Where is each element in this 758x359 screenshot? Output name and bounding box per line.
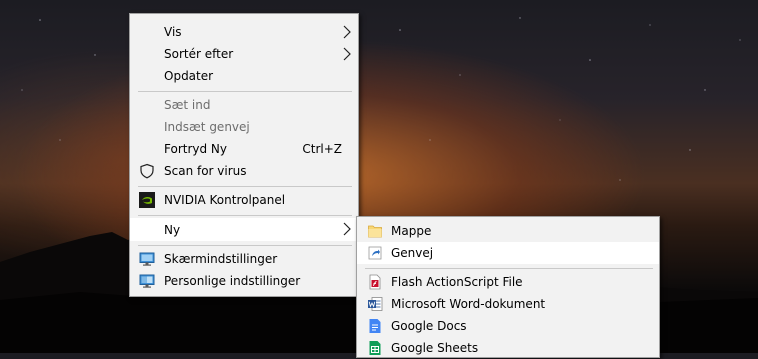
menu-item-label: Mappe [391, 224, 432, 238]
menu-item-label: Sortér efter [164, 47, 234, 61]
menu-item-display-settings[interactable]: Skærmindstillinger [130, 248, 358, 270]
menu-item-label: Google Docs [391, 319, 467, 333]
display-icon [139, 252, 155, 266]
menu-item-refresh[interactable]: Opdater [130, 65, 358, 87]
menu-item-scan-virus[interactable]: Scan for virus [130, 160, 358, 182]
menu-item-label: Scan for virus [164, 164, 247, 178]
menu-item-label: NVIDIA Kontrolpanel [164, 193, 286, 207]
shield-icon [140, 163, 154, 179]
menu-item-new[interactable]: Ny [130, 218, 358, 241]
submenu-item-shortcut[interactable]: Genvej [357, 242, 659, 264]
menu-item-sort-by[interactable]: Sortér efter [130, 43, 358, 65]
submenu-item-word-document[interactable]: Microsoft Word-dokument [357, 293, 659, 315]
nvidia-icon [139, 192, 155, 208]
menu-item-paste-shortcut[interactable]: Indsæt genvej [130, 116, 358, 138]
google-docs-icon [369, 319, 381, 333]
menu-item-label: Fortryd Ny [164, 142, 227, 156]
menu-item-vis[interactable]: Vis [130, 21, 358, 43]
menu-separator [138, 186, 352, 187]
menu-item-label: Skærmindstillinger [164, 252, 278, 266]
flash-file-icon [369, 274, 381, 290]
submenu-item-flash-file[interactable]: Flash ActionScript File [357, 271, 659, 293]
word-icon [368, 297, 383, 311]
submenu-item-folder[interactable]: Mappe [357, 220, 659, 242]
menu-item-label: Microsoft Word-dokument [391, 297, 546, 311]
menu-item-label: Personlige indstillinger [164, 274, 301, 288]
menu-separator [365, 268, 653, 269]
new-submenu: Mappe Genvej Flash ActionScript File Mic… [356, 216, 660, 358]
menu-item-nvidia[interactable]: NVIDIA Kontrolpanel [130, 189, 358, 211]
chevron-right-icon [343, 47, 351, 61]
menu-separator [138, 215, 352, 216]
submenu-item-google-sheets[interactable]: Google Sheets [357, 337, 659, 359]
menu-item-label: Ny [164, 222, 181, 237]
menu-item-label: Opdater [164, 69, 214, 83]
menu-item-label: Sæt ind [164, 98, 211, 112]
desktop-context-menu: Vis Sortér efter Opdater Sæt ind Indsæt … [129, 13, 359, 297]
folder-icon [368, 225, 382, 238]
menu-item-undo-new[interactable]: Fortryd Ny Ctrl+Z [130, 138, 358, 160]
menu-item-label: Vis [164, 25, 182, 39]
menu-separator [138, 245, 352, 246]
chevron-right-icon [343, 222, 351, 236]
menu-item-personalize[interactable]: Personlige indstillinger [130, 270, 358, 292]
personalize-icon [139, 274, 155, 288]
chevron-right-icon [343, 25, 351, 39]
menu-separator [138, 91, 352, 92]
submenu-item-google-docs[interactable]: Google Docs [357, 315, 659, 337]
keyboard-shortcut: Ctrl+Z [302, 142, 342, 156]
menu-item-paste[interactable]: Sæt ind [130, 94, 358, 116]
menu-item-label: Genvej [391, 246, 434, 260]
menu-item-label: Indsæt genvej [164, 120, 250, 134]
menu-item-label: Flash ActionScript File [391, 275, 523, 289]
google-sheets-icon [369, 341, 381, 355]
shortcut-icon [368, 246, 382, 260]
